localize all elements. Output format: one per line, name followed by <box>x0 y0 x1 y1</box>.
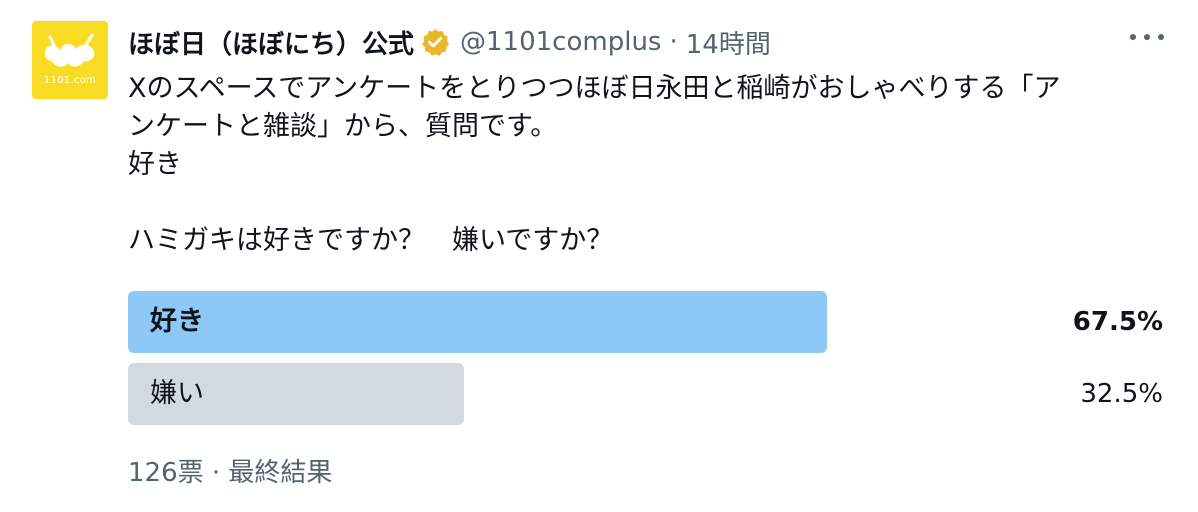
verified-badge-icon <box>422 28 450 56</box>
tweet-header: ほぼ日（ほぼにち）公式 @1101complus · 14時間 <box>128 24 771 60</box>
meta-separator: · <box>669 27 678 57</box>
account-avatar[interactable]: 1101.com <box>32 21 108 99</box>
more-options-icon[interactable] <box>1130 34 1164 46</box>
poll-option-percent: 32.5% <box>1080 379 1163 409</box>
poll-footer: 126票 · 最終結果 <box>128 458 333 488</box>
tweet-text-line: Xのスペースでアンケートをとりつつほぼ日永田と稲崎がおしゃべりする「ア <box>128 73 1061 104</box>
tweet-text-blank-line <box>128 184 1178 222</box>
poll-option-2: 嫌い 32.5% <box>128 363 1163 425</box>
poll-option-percent: 67.5% <box>1072 307 1163 337</box>
poll-option-1: 好き 67.5% <box>128 291 1163 353</box>
tweet-text-line: 好き <box>128 149 182 180</box>
avatar-caption: 1101.com <box>43 75 97 86</box>
tweet-text: Xのスペースでアンケートをとりつつほぼ日永田と稲崎がおしゃべりする「ア ンケート… <box>128 70 1178 260</box>
poll-option-label: 嫌い <box>150 378 204 409</box>
poll-option-label: 好き <box>150 306 204 337</box>
dot <box>1144 34 1150 40</box>
dot <box>1130 34 1136 40</box>
poll-bar <box>128 291 827 353</box>
handle[interactable]: @1101complus <box>460 27 661 57</box>
hobonichi-logo <box>44 33 95 67</box>
display-name[interactable]: ほぼ日（ほぼにち）公式 <box>128 24 414 61</box>
tweet-text-line: ハミガキは好きですか？ 嫌いですか？ <box>128 225 614 256</box>
timestamp[interactable]: 14時間 <box>686 24 771 61</box>
dot <box>1158 34 1164 40</box>
tweet-text-line: ンケートと雑談」から、質問です。 <box>128 111 558 142</box>
